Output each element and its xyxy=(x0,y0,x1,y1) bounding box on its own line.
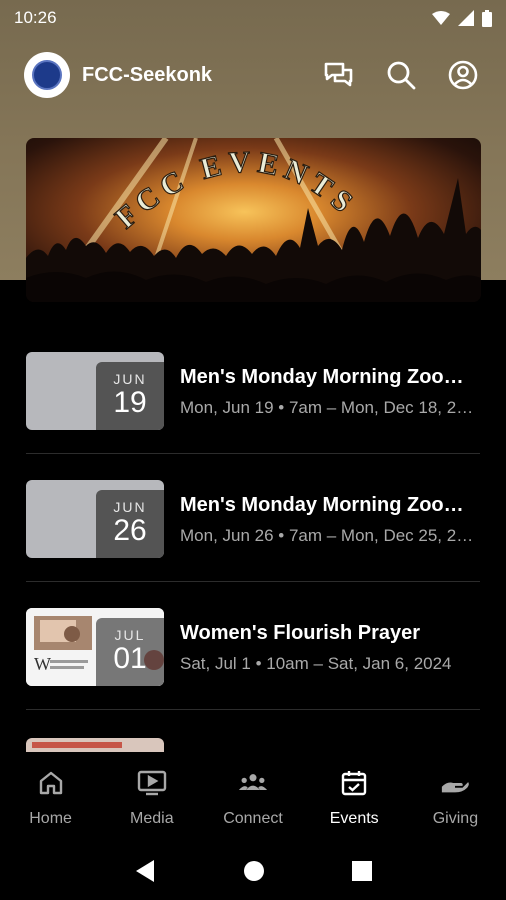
event-list: JUN 19 Men's Monday Morning Zoom Prayer … xyxy=(0,326,506,710)
date-day: 19 xyxy=(113,386,147,419)
nav-giving[interactable]: Giving xyxy=(405,752,506,842)
partial-event-caption xyxy=(32,742,122,748)
status-bar: 10:26 xyxy=(0,0,506,36)
date-badge: JUL 01 xyxy=(96,618,164,686)
event-datetime: Mon, Jun 26 • 7am – Mon, Dec 25, 2023 xyxy=(180,526,480,545)
connect-icon xyxy=(238,768,268,798)
header-actions xyxy=(320,56,482,94)
status-time: 10:26 xyxy=(14,8,57,27)
status-icons xyxy=(432,9,492,27)
chat-icon[interactable] xyxy=(320,56,358,94)
nav-label: Media xyxy=(130,810,174,827)
nav-home[interactable]: Home xyxy=(0,752,101,842)
home-circle-icon[interactable] xyxy=(243,860,265,882)
nav-connect[interactable]: Connect xyxy=(202,752,303,842)
event-title: Women's Flourish Prayer xyxy=(180,622,421,644)
event-item[interactable]: W JUL 01 Women's Flourish Prayer Sat, Ju… xyxy=(0,582,506,710)
media-icon xyxy=(137,768,167,798)
nav-events[interactable]: Events xyxy=(304,752,405,842)
nav-label: Home xyxy=(29,810,72,827)
home-icon xyxy=(36,768,66,798)
event-title: Men's Monday Morning Zoom Prayer xyxy=(180,366,480,388)
app-header: FCC-Seekonk xyxy=(0,48,506,102)
nav-label: Events xyxy=(329,810,379,827)
nav-media[interactable]: Media xyxy=(101,752,202,842)
date-badge: JUN 19 xyxy=(96,362,164,430)
system-nav-bar xyxy=(0,842,506,900)
bottom-nav: Home Media Connect Events Giving xyxy=(0,752,506,842)
back-icon[interactable] xyxy=(134,859,156,883)
battery-icon xyxy=(482,9,492,27)
account-icon[interactable] xyxy=(444,56,482,94)
date-month: JUL xyxy=(114,627,146,643)
event-item[interactable]: JUN 26 Men's Monday Morning Zoom Prayer … xyxy=(0,454,506,582)
banner-artwork: FCC EVENTS xyxy=(26,138,481,302)
signal-icon xyxy=(458,10,474,26)
date-day: 01 xyxy=(113,642,147,675)
event-thumbnail: JUN 26 xyxy=(26,480,164,558)
date-day: 26 xyxy=(113,514,147,547)
church-logo[interactable] xyxy=(24,52,70,98)
nav-label: Connect xyxy=(223,810,283,827)
event-thumbnail: W JUL 01 xyxy=(26,608,164,686)
event-title: Men's Monday Morning Zoom Prayer xyxy=(180,494,480,516)
recents-icon[interactable] xyxy=(352,861,373,881)
divider xyxy=(26,709,480,710)
events-banner[interactable]: FCC EVENTS xyxy=(26,138,481,302)
calendar-icon xyxy=(339,768,369,798)
event-datetime: Mon, Jun 19 • 7am – Mon, Dec 18, 2023 xyxy=(180,398,480,417)
event-datetime: Sat, Jul 1 • 10am – Sat, Jan 6, 2024 xyxy=(180,654,452,673)
nav-label: Giving xyxy=(432,810,479,827)
date-month: JUN xyxy=(113,371,147,387)
event-thumbnail: JUN 19 xyxy=(26,352,164,430)
date-badge: JUN 26 xyxy=(96,490,164,558)
event-item[interactable]: JUN 19 Men's Monday Morning Zoom Prayer … xyxy=(0,326,506,454)
svg-text:W: W xyxy=(34,654,51,674)
wifi-icon xyxy=(432,11,450,25)
search-icon[interactable] xyxy=(382,56,420,94)
date-month: JUN xyxy=(113,499,147,515)
app-title: FCC-Seekonk xyxy=(82,63,213,86)
giving-icon xyxy=(440,768,470,798)
